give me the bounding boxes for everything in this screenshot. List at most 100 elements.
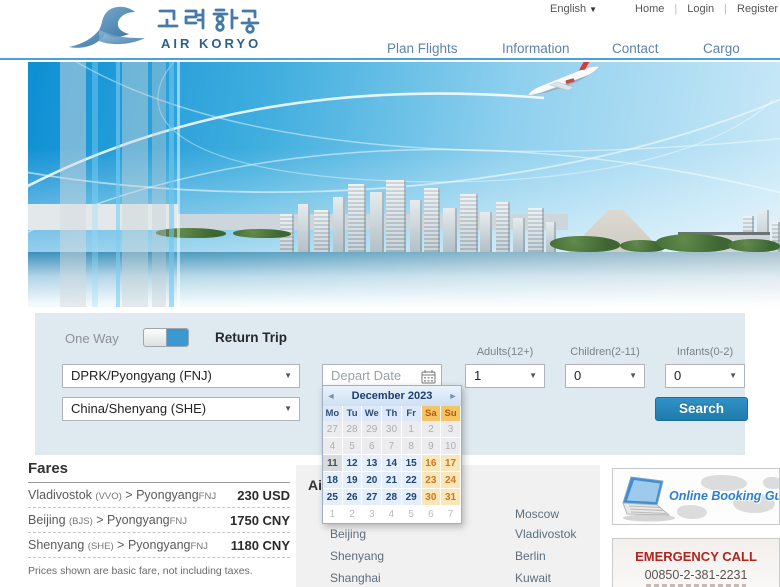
destination-link-shanghai[interactable]: Shanghai: [330, 571, 381, 585]
fares-note: Prices shown are basic fare, not includi…: [28, 565, 290, 577]
fare-to: Pyongyang: [107, 513, 170, 527]
latin-wordmark: AIR KORYO: [161, 36, 261, 51]
calendar-header: ◄ December 2023 ►: [323, 386, 461, 406]
calendar-day: 30: [382, 421, 402, 438]
return-trip-label: Return Trip: [215, 330, 287, 345]
calendar-day: 1: [323, 506, 343, 523]
calendar-day: 27: [323, 421, 343, 438]
calendar-day[interactable]: 21: [382, 472, 402, 489]
fare-price: 1750 CNY: [230, 513, 290, 528]
search-button[interactable]: Search: [655, 397, 748, 421]
destination-select[interactable]: China/Shenyang (SHE) ▼: [62, 397, 300, 421]
calendar-day[interactable]: 19: [343, 472, 363, 489]
calendar-day[interactable]: 14: [382, 455, 402, 472]
calendar-day: 7: [382, 438, 402, 455]
calendar-day[interactable]: 23: [422, 472, 442, 489]
calendar-month-title: December 2023: [339, 390, 445, 402]
origin-select[interactable]: DPRK/Pyongyang (FNJ) ▼: [62, 364, 300, 388]
calendar-day[interactable]: 31: [441, 489, 461, 506]
emergency-call-panel: EMERGENCY CALL 00850-2-381-2231: [612, 538, 780, 587]
calendar-day[interactable]: 22: [402, 472, 422, 489]
fare-to-code: FNJ: [170, 516, 187, 527]
adults-select[interactable]: 1 ▼: [465, 364, 545, 388]
weekday-label: We: [362, 406, 382, 421]
next-month-icon[interactable]: ►: [445, 391, 461, 401]
chevron-down-icon: ▼: [284, 398, 292, 420]
origin-value: DPRK/Pyongyang (FNJ): [71, 368, 212, 383]
calendar-day: 6: [362, 438, 382, 455]
calendar-grid: 2728293012345678910111213141516171819202…: [323, 421, 461, 523]
calendar-day: 29: [362, 421, 382, 438]
language-selector[interactable]: English▼: [550, 3, 597, 15]
fare-row: Vladivostok (VVO) > PyongyangFNJ 230 USD: [28, 483, 290, 508]
calendar-day[interactable]: 25: [323, 489, 343, 506]
calendar-day[interactable]: 26: [343, 489, 363, 506]
login-link[interactable]: Login: [687, 3, 714, 15]
topbar: English▼ Home | Login | Register: [550, 3, 778, 15]
calendar-day: 5: [343, 438, 363, 455]
destination-link-vladivostok[interactable]: Vladivostok: [515, 527, 576, 541]
calendar-day[interactable]: 16: [422, 455, 442, 472]
calendar-day[interactable]: 15: [402, 455, 422, 472]
fare-price: 230 USD: [237, 488, 290, 503]
date-picker-calendar: ◄ December 2023 ► Mo Tu We Th Fr Sa Su 2…: [322, 385, 462, 524]
register-link[interactable]: Register: [737, 3, 778, 15]
calendar-day: 7: [441, 506, 461, 523]
chevron-down-icon: ▼: [629, 365, 637, 387]
destination-link-moscow[interactable]: Moscow: [515, 507, 559, 521]
nav-plan-flights[interactable]: Plan Flights: [387, 41, 458, 56]
calendar-icon: [421, 369, 436, 384]
calendar-day[interactable]: 29: [402, 489, 422, 506]
destination-link-beijing[interactable]: Beijing: [330, 527, 366, 541]
calendar-day: 9: [422, 438, 442, 455]
crane-bird-icon: [65, 5, 153, 55]
weekday-label: Fr: [402, 406, 422, 421]
infants-label: Infants(0-2): [665, 346, 745, 358]
calendar-day[interactable]: 13: [362, 455, 382, 472]
calendar-day[interactable]: 28: [382, 489, 402, 506]
calendar-day[interactable]: 27: [362, 489, 382, 506]
destination-link-kuwait[interactable]: Kuwait: [515, 571, 551, 585]
calendar-day[interactable]: 11: [323, 455, 343, 472]
online-booking-guide-banner[interactable]: Online Booking Guide: [612, 468, 780, 525]
calendar-day: 4: [323, 438, 343, 455]
air-koryo-logo[interactable]: AIR KORYO: [65, 3, 265, 57]
divider: |: [724, 3, 727, 15]
fare-from: Beijing: [28, 513, 66, 527]
home-link[interactable]: Home: [635, 3, 664, 15]
calendar-day[interactable]: 17: [441, 455, 461, 472]
trip-type-toggle[interactable]: [143, 328, 189, 347]
destination-link-shenyang[interactable]: Shenyang: [330, 549, 384, 563]
air-koryo-homepage: { "topbar": { "language": "English", "it…: [0, 0, 780, 587]
hero-image: [28, 62, 780, 307]
calendar-day: 2: [422, 421, 442, 438]
adults-value: 1: [474, 368, 481, 383]
nav-information[interactable]: Information: [502, 41, 570, 56]
calendar-day[interactable]: 20: [362, 472, 382, 489]
nav-cargo[interactable]: Cargo: [703, 41, 740, 56]
calendar-week-row: 27282930123: [323, 421, 461, 438]
infants-value: 0: [674, 368, 681, 383]
fare-from: Shenyang: [28, 538, 84, 552]
calendar-day[interactable]: 24: [441, 472, 461, 489]
chevron-down-icon: ▼: [284, 365, 292, 387]
fare-from: Vladivostok: [28, 488, 92, 502]
one-way-label: One Way: [65, 331, 119, 346]
chevron-down-icon: ▼: [589, 5, 597, 14]
calendar-day[interactable]: 12: [343, 455, 363, 472]
calendar-day[interactable]: 30: [422, 489, 442, 506]
divider: |: [674, 3, 677, 15]
adults-label: Adults(12+): [465, 346, 545, 358]
nav-contact[interactable]: Contact: [612, 41, 659, 56]
calendar-day: 8: [402, 438, 422, 455]
prev-month-icon[interactable]: ◄: [323, 391, 339, 401]
children-select[interactable]: 0 ▼: [565, 364, 645, 388]
destination-link-berlin[interactable]: Berlin: [515, 549, 546, 563]
calendar-day[interactable]: 18: [323, 472, 343, 489]
fare-row: Beijing (BJS) > PyongyangFNJ 1750 CNY: [28, 508, 290, 533]
fare-arrow: >: [117, 538, 124, 552]
calendar-day: 3: [441, 421, 461, 438]
weekday-label: Su: [441, 406, 461, 421]
fares-section: Fares Vladivostok (VVO) > PyongyangFNJ 2…: [28, 460, 290, 577]
infants-select[interactable]: 0 ▼: [665, 364, 745, 388]
